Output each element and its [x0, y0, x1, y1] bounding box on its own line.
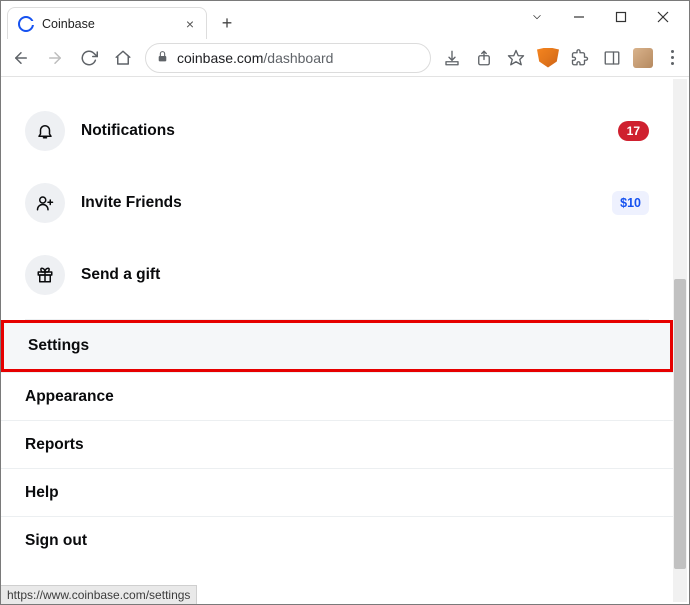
settings-row-reports[interactable]: Reports	[1, 420, 673, 468]
extensions-puzzle-icon[interactable]	[569, 47, 591, 69]
settings-row-appearance[interactable]: Appearance	[1, 372, 673, 420]
signout-label: Sign out	[25, 532, 87, 550]
notifications-count-badge: 17	[618, 121, 649, 141]
maximize-button[interactable]	[609, 5, 633, 29]
page-content: Notifications 17 Invite Friends $10 Send…	[1, 77, 673, 604]
gift-icon	[25, 255, 65, 295]
reload-button[interactable]	[77, 46, 101, 70]
new-tab-button[interactable]: +	[213, 9, 241, 37]
address-bar[interactable]: coinbase.com/dashboard	[145, 43, 431, 73]
forward-button[interactable]	[43, 46, 67, 70]
menu-item-invite-friends[interactable]: Invite Friends $10	[25, 167, 649, 239]
settings-row-settings[interactable]: Settings	[1, 320, 673, 372]
tab-coinbase[interactable]: Coinbase ×	[7, 7, 207, 39]
tabstrip: Coinbase × +	[1, 1, 517, 39]
url-text: coinbase.com/dashboard	[177, 50, 420, 66]
kebab-menu-icon[interactable]	[663, 47, 681, 69]
url-host: coinbase.com	[177, 50, 263, 66]
invite-icon	[25, 183, 65, 223]
install-icon[interactable]	[441, 47, 463, 69]
profile-avatar-icon[interactable]	[633, 48, 653, 68]
back-button[interactable]	[9, 46, 33, 70]
bookmark-star-icon[interactable]	[505, 47, 527, 69]
lock-icon	[156, 50, 169, 66]
tab-close-icon[interactable]: ×	[184, 16, 196, 32]
window-controls	[517, 1, 683, 33]
scrollbar-thumb[interactable]	[674, 279, 686, 569]
invite-reward-badge: $10	[612, 191, 649, 215]
share-icon[interactable]	[473, 47, 495, 69]
browser-toolbar: coinbase.com/dashboard	[1, 39, 689, 77]
appearance-label: Appearance	[25, 388, 114, 406]
coinbase-favicon	[18, 16, 34, 32]
invite-label: Invite Friends	[81, 194, 612, 212]
browser-window: Coinbase × + coinbase.com/dashboard	[0, 0, 690, 605]
viewport: Notifications 17 Invite Friends $10 Send…	[1, 77, 689, 604]
settings-label: Settings	[28, 337, 89, 355]
scrollbar-track[interactable]	[673, 79, 687, 602]
close-button[interactable]	[651, 5, 675, 29]
url-path: /dashboard	[263, 50, 333, 66]
menu-item-send-gift[interactable]: Send a gift	[25, 239, 649, 311]
dropdown-icon[interactable]	[525, 5, 549, 29]
minimize-button[interactable]	[567, 5, 591, 29]
settings-row-help[interactable]: Help	[1, 468, 673, 516]
metamask-extension-icon[interactable]	[537, 48, 559, 68]
sidepanel-icon[interactable]	[601, 47, 623, 69]
home-button[interactable]	[111, 46, 135, 70]
titlebar: Coinbase × +	[1, 1, 689, 39]
help-label: Help	[25, 484, 59, 502]
tab-title: Coinbase	[42, 17, 176, 31]
notifications-label: Notifications	[81, 122, 618, 140]
settings-row-signout[interactable]: Sign out	[1, 516, 673, 564]
menu-item-notifications[interactable]: Notifications 17	[25, 95, 649, 167]
status-bar: https://www.coinbase.com/settings	[1, 585, 197, 604]
reports-label: Reports	[25, 436, 84, 454]
gift-label: Send a gift	[81, 266, 649, 284]
menu-list: Notifications 17 Invite Friends $10 Send…	[1, 77, 673, 320]
settings-section: Settings Appearance Reports Help Sign ou…	[1, 320, 673, 564]
bell-icon	[25, 111, 65, 151]
